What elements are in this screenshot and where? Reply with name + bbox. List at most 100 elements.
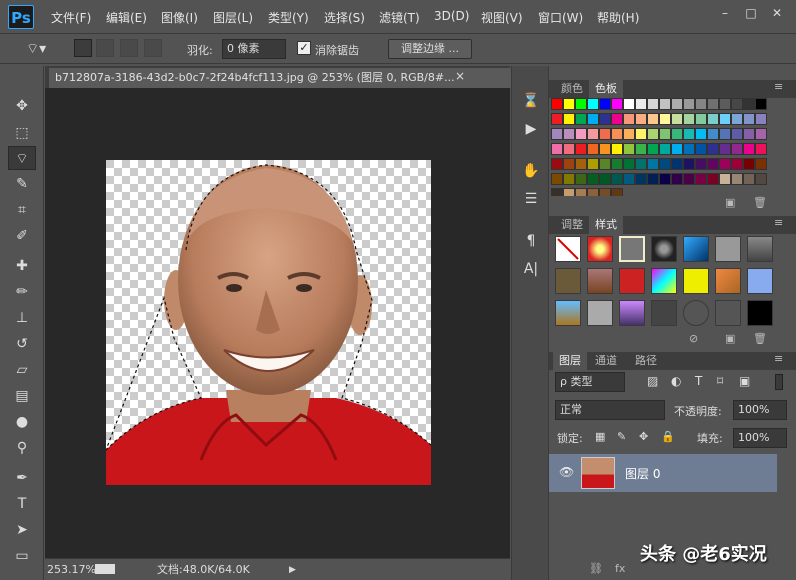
color-swatch[interactable] xyxy=(731,98,743,110)
filter-toggle[interactable] xyxy=(775,374,783,390)
style-swatch[interactable] xyxy=(587,268,613,294)
color-swatch[interactable] xyxy=(563,128,575,140)
color-swatch[interactable] xyxy=(755,143,767,155)
menu-help[interactable]: 帮助(H) xyxy=(597,9,639,26)
menu-layer[interactable]: 图层(L) xyxy=(213,9,253,26)
color-swatch[interactable] xyxy=(743,158,755,170)
layer-filter-select[interactable]: ρ 类型 xyxy=(555,372,625,392)
style-swatch[interactable] xyxy=(683,300,709,326)
layer-name[interactable]: 图层 0 xyxy=(625,465,660,482)
panel-menu-icon[interactable]: ≡ xyxy=(774,216,783,229)
style-swatch[interactable] xyxy=(555,300,581,326)
color-swatch[interactable] xyxy=(635,143,647,155)
color-swatch[interactable] xyxy=(659,113,671,125)
style-none[interactable] xyxy=(555,236,581,262)
color-swatch[interactable] xyxy=(743,98,755,110)
color-swatch[interactable] xyxy=(671,173,683,185)
brush-panel-icon[interactable]: ✋ xyxy=(520,160,542,182)
color-swatch[interactable] xyxy=(731,158,743,170)
rectangle-tool-icon[interactable]: ▭ xyxy=(8,544,36,568)
color-swatch[interactable] xyxy=(563,173,575,185)
color-swatch[interactable] xyxy=(587,143,599,155)
color-swatch[interactable] xyxy=(635,158,647,170)
color-swatch[interactable] xyxy=(611,158,623,170)
color-swatch[interactable] xyxy=(707,173,719,185)
crop-tool-icon[interactable]: ⌗ xyxy=(8,198,36,222)
color-swatch[interactable] xyxy=(683,143,695,155)
color-swatch[interactable] xyxy=(719,113,731,125)
history-brush-tool-icon[interactable]: ↺ xyxy=(8,332,36,356)
color-swatch[interactable] xyxy=(659,158,671,170)
color-swatch[interactable] xyxy=(731,143,743,155)
color-swatch[interactable] xyxy=(707,128,719,140)
fill-input[interactable]: 100% xyxy=(733,428,787,448)
new-style-icon[interactable]: ▣ xyxy=(725,332,735,345)
color-swatch[interactable] xyxy=(695,173,707,185)
color-swatch[interactable] xyxy=(683,158,695,170)
tab-channels[interactable]: 通道 xyxy=(589,352,623,370)
color-swatch[interactable] xyxy=(695,128,707,140)
color-swatch[interactable] xyxy=(719,98,731,110)
color-swatch[interactable] xyxy=(599,98,611,110)
color-swatch[interactable] xyxy=(635,113,647,125)
color-swatch[interactable] xyxy=(587,158,599,170)
style-swatch[interactable] xyxy=(715,300,741,326)
menu-image[interactable]: 图像(I) xyxy=(161,9,198,26)
filter-pixel-icon[interactable]: ▨ xyxy=(647,374,658,388)
color-swatch[interactable] xyxy=(707,143,719,155)
color-swatch[interactable] xyxy=(575,173,587,185)
style-swatch[interactable] xyxy=(683,236,709,262)
refine-edge-button[interactable]: 调整边缘 ... xyxy=(388,39,472,59)
color-swatch[interactable] xyxy=(551,173,563,185)
pen-tool-icon[interactable]: ✒ xyxy=(8,466,36,490)
color-swatch[interactable] xyxy=(707,113,719,125)
color-swatch[interactable] xyxy=(659,128,671,140)
tab-color[interactable]: 颜色 xyxy=(555,80,589,98)
filter-smart-object-icon[interactable]: ▣ xyxy=(739,374,750,388)
tab-layers[interactable]: 图层 xyxy=(553,352,587,370)
document-tab[interactable]: b712807a-3186-43d2-b0c7-2f24b4fcf113.jpg… xyxy=(49,68,515,88)
color-swatch[interactable] xyxy=(671,158,683,170)
color-swatch[interactable] xyxy=(755,158,767,170)
properties-panel-icon[interactable]: ☰ xyxy=(520,188,542,210)
color-swatch[interactable] xyxy=(551,113,563,125)
minimize-button[interactable]: – xyxy=(714,4,736,22)
color-swatch[interactable] xyxy=(647,173,659,185)
color-swatch[interactable] xyxy=(755,98,767,110)
style-swatch[interactable] xyxy=(619,268,645,294)
type-tool-icon[interactable]: T xyxy=(8,492,36,516)
color-swatch[interactable] xyxy=(575,128,587,140)
color-swatch[interactable] xyxy=(647,128,659,140)
color-swatch[interactable] xyxy=(599,143,611,155)
color-swatch[interactable] xyxy=(755,128,767,140)
color-swatch[interactable] xyxy=(611,113,623,125)
lock-all-icon[interactable]: 🔒 xyxy=(661,430,675,443)
tab-paths[interactable]: 路径 xyxy=(629,352,663,370)
color-swatch[interactable] xyxy=(731,113,743,125)
color-swatch[interactable] xyxy=(575,143,587,155)
color-swatch[interactable] xyxy=(719,143,731,155)
lock-position-icon[interactable]: ✥ xyxy=(639,430,648,443)
color-swatch[interactable] xyxy=(551,143,563,155)
polygonal-lasso-preset-icon[interactable]: ⌔▾ xyxy=(26,40,46,58)
healing-brush-tool-icon[interactable]: ✚ xyxy=(8,254,36,278)
document-tab-close-icon[interactable]: × xyxy=(455,69,465,83)
color-swatch[interactable] xyxy=(599,128,611,140)
tab-styles[interactable]: 样式 xyxy=(589,216,623,234)
color-swatch[interactable] xyxy=(755,113,767,125)
color-swatch[interactable] xyxy=(575,158,587,170)
link-layers-icon[interactable]: ⛓ xyxy=(589,562,603,575)
color-swatch[interactable] xyxy=(671,113,683,125)
color-swatch[interactable] xyxy=(563,113,575,125)
lasso-tool-icon[interactable]: ⌔ xyxy=(8,146,36,170)
color-swatch[interactable] xyxy=(587,128,599,140)
color-swatch[interactable] xyxy=(611,98,623,110)
marquee-tool-icon[interactable]: ⬚ xyxy=(8,121,36,145)
style-swatch[interactable] xyxy=(587,300,613,326)
color-swatch[interactable] xyxy=(599,158,611,170)
move-tool-icon[interactable]: ✥ xyxy=(8,94,36,118)
zoom-level[interactable]: 253.17% xyxy=(47,560,96,580)
delete-swatch-icon[interactable]: 🗑 xyxy=(753,196,767,209)
color-swatch[interactable] xyxy=(623,128,635,140)
color-swatch[interactable] xyxy=(635,98,647,110)
